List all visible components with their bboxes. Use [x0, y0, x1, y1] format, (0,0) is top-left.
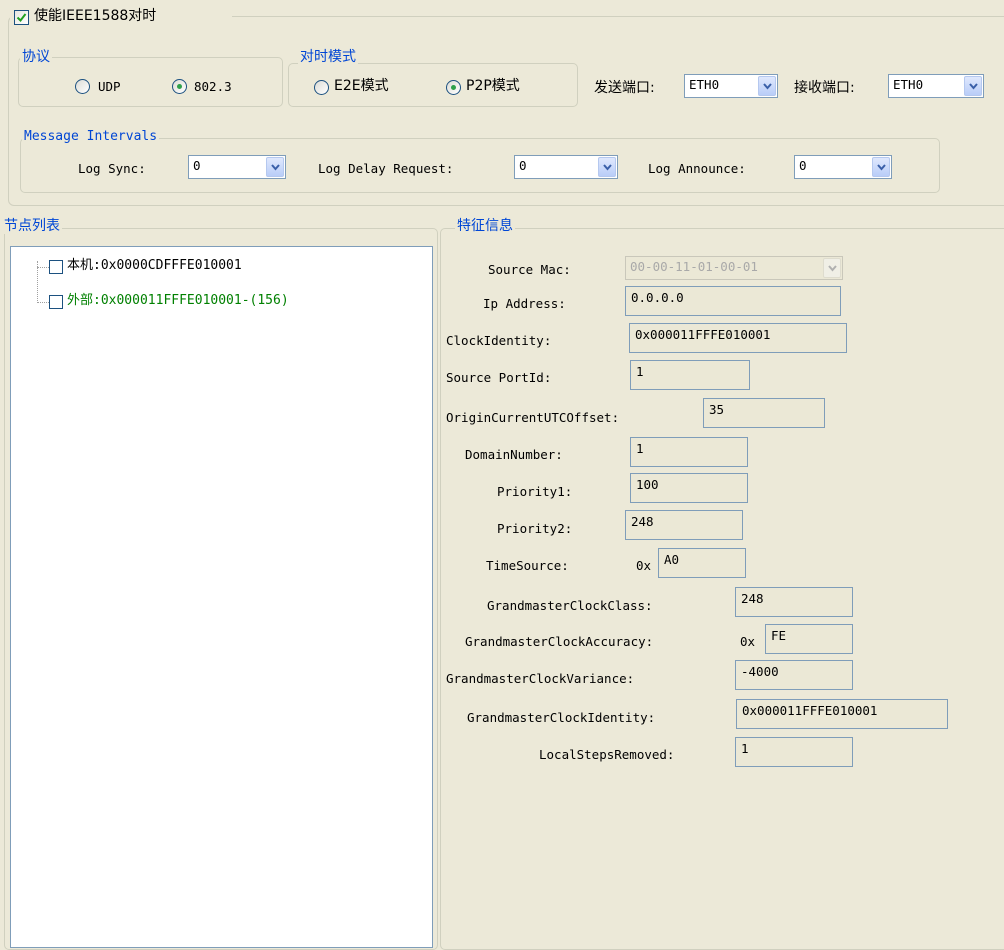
log-sync-select[interactable]: 0: [188, 155, 286, 179]
gm-clock-variance-field[interactable]: -4000: [735, 660, 853, 690]
priority2-field[interactable]: 248: [625, 510, 743, 540]
enable-ieee1588-checkbox[interactable]: [14, 10, 29, 25]
local-steps-removed-value: 1: [741, 741, 749, 756]
protocol-group-title: 协议: [20, 49, 52, 65]
gm-clock-class-label: GrandmasterClockClass:: [487, 598, 653, 613]
gm-clock-class-field[interactable]: 248: [735, 587, 853, 617]
chevron-down-icon[interactable]: [266, 157, 284, 177]
chevron-down-icon: [823, 258, 841, 278]
log-announce-label: Log Announce:: [648, 161, 746, 176]
local-steps-removed-field[interactable]: 1: [735, 737, 853, 767]
recv-port-select[interactable]: ETH0: [888, 74, 984, 98]
recv-port-value: ETH0: [893, 77, 924, 92]
gm-clock-accuracy-prefix: 0x: [740, 634, 756, 649]
sync-mode-e2e-radio[interactable]: [314, 80, 329, 95]
send-port-label: 发送端口:: [594, 80, 655, 96]
node-item-local-label[interactable]: 本机:0x0000CDFFFE010001: [67, 257, 242, 275]
log-delay-request-value: 0: [519, 158, 527, 173]
time-source-prefix: 0x: [636, 558, 652, 573]
gm-clock-identity-field[interactable]: 0x000011FFFE010001: [736, 699, 948, 729]
protocol-group: [18, 57, 283, 107]
node-item-local-checkbox[interactable]: [49, 260, 63, 274]
sync-mode-p2p-radio[interactable]: [446, 80, 461, 95]
log-delay-request-select[interactable]: 0: [514, 155, 618, 179]
enable-ieee1588-label: 使能IEEE1588对时: [34, 8, 157, 24]
node-list-tree[interactable]: 本机:0x0000CDFFFE010001 外部:0x000011FFFE010…: [10, 246, 433, 948]
protocol-8023-radio[interactable]: [172, 79, 187, 94]
gm-clock-identity-label: GrandmasterClockIdentity:: [467, 710, 656, 725]
sync-mode-group-title: 对时模式: [298, 49, 358, 65]
log-announce-select[interactable]: 0: [794, 155, 892, 179]
ip-address-label: Ip Address:: [483, 296, 566, 311]
priority1-field[interactable]: 100: [630, 473, 748, 503]
priority2-label: Priority2:: [497, 521, 573, 536]
gm-clock-identity-value: 0x000011FFFE010001: [742, 703, 878, 718]
tree-connector: [37, 302, 49, 303]
enable-ieee1588-row[interactable]: 使能IEEE1588对时: [10, 6, 232, 26]
sync-mode-group: [288, 63, 578, 107]
send-port-value: ETH0: [689, 77, 720, 92]
recv-port-label: 接收端口:: [794, 80, 855, 96]
gm-clock-variance-value: -4000: [741, 664, 779, 679]
send-port-select[interactable]: ETH0: [684, 74, 778, 98]
node-item-external-checkbox[interactable]: [49, 295, 63, 309]
ip-address-value: 0.0.0.0: [631, 290, 684, 305]
domain-number-value: 1: [636, 441, 644, 456]
domain-number-field[interactable]: 1: [630, 437, 748, 467]
chevron-down-icon[interactable]: [598, 157, 616, 177]
tree-connector: [37, 267, 49, 268]
ip-address-field[interactable]: 0.0.0.0: [625, 286, 841, 316]
utc-offset-value: 35: [709, 402, 725, 417]
source-mac-select: 00-00-11-01-00-01: [625, 256, 843, 280]
features-title: 特征信息: [455, 218, 515, 234]
node-list-title: 节点列表: [2, 218, 62, 234]
log-sync-value: 0: [193, 158, 201, 173]
clock-identity-field[interactable]: 0x000011FFFE010001: [629, 323, 847, 353]
gm-clock-accuracy-label: GrandmasterClockAccuracy:: [465, 634, 654, 649]
utc-offset-field[interactable]: 35: [703, 398, 825, 428]
time-source-field[interactable]: A0: [658, 548, 746, 578]
gm-clock-class-value: 248: [741, 591, 764, 606]
message-intervals-title: Message Intervals: [22, 129, 160, 145]
source-port-id-field[interactable]: 1: [630, 360, 750, 390]
sync-mode-e2e-label[interactable]: E2E模式: [334, 77, 389, 95]
protocol-8023-label[interactable]: 802.3: [194, 78, 232, 96]
gm-clock-accuracy-value: FE: [771, 628, 787, 643]
source-mac-value: 00-00-11-01-00-01: [630, 259, 758, 274]
priority1-value: 100: [636, 477, 659, 492]
log-delay-request-label: Log Delay Request:: [318, 161, 454, 176]
local-steps-removed-label: LocalStepsRemoved:: [539, 747, 675, 762]
source-mac-label: Source Mac:: [488, 262, 571, 277]
gm-clock-accuracy-field[interactable]: FE: [765, 624, 853, 654]
utc-offset-label: OriginCurrentUTCOffset:: [446, 410, 620, 425]
priority1-label: Priority1:: [497, 484, 573, 499]
domain-number-label: DomainNumber:: [465, 447, 563, 462]
node-item-external-label[interactable]: 外部:0x000011FFFE010001-(156): [67, 292, 289, 310]
time-source-value: A0: [664, 552, 680, 567]
chevron-down-icon[interactable]: [964, 76, 982, 96]
priority2-value: 248: [631, 514, 654, 529]
checkmark-icon: [16, 13, 27, 23]
clock-identity-value: 0x000011FFFE010001: [635, 327, 771, 342]
log-announce-value: 0: [799, 158, 807, 173]
gm-clock-variance-label: GrandmasterClockVariance:: [446, 671, 635, 686]
protocol-udp-label[interactable]: UDP: [98, 78, 121, 96]
sync-mode-p2p-label[interactable]: P2P模式: [466, 77, 520, 95]
time-source-label: TimeSource:: [486, 558, 569, 573]
chevron-down-icon[interactable]: [758, 76, 776, 96]
source-port-id-value: 1: [636, 364, 644, 379]
log-sync-label: Log Sync:: [78, 161, 146, 176]
source-port-id-label: Source PortId:: [446, 370, 552, 385]
clock-identity-label: ClockIdentity:: [446, 333, 552, 348]
protocol-udp-radio[interactable]: [75, 79, 90, 94]
chevron-down-icon[interactable]: [872, 157, 890, 177]
